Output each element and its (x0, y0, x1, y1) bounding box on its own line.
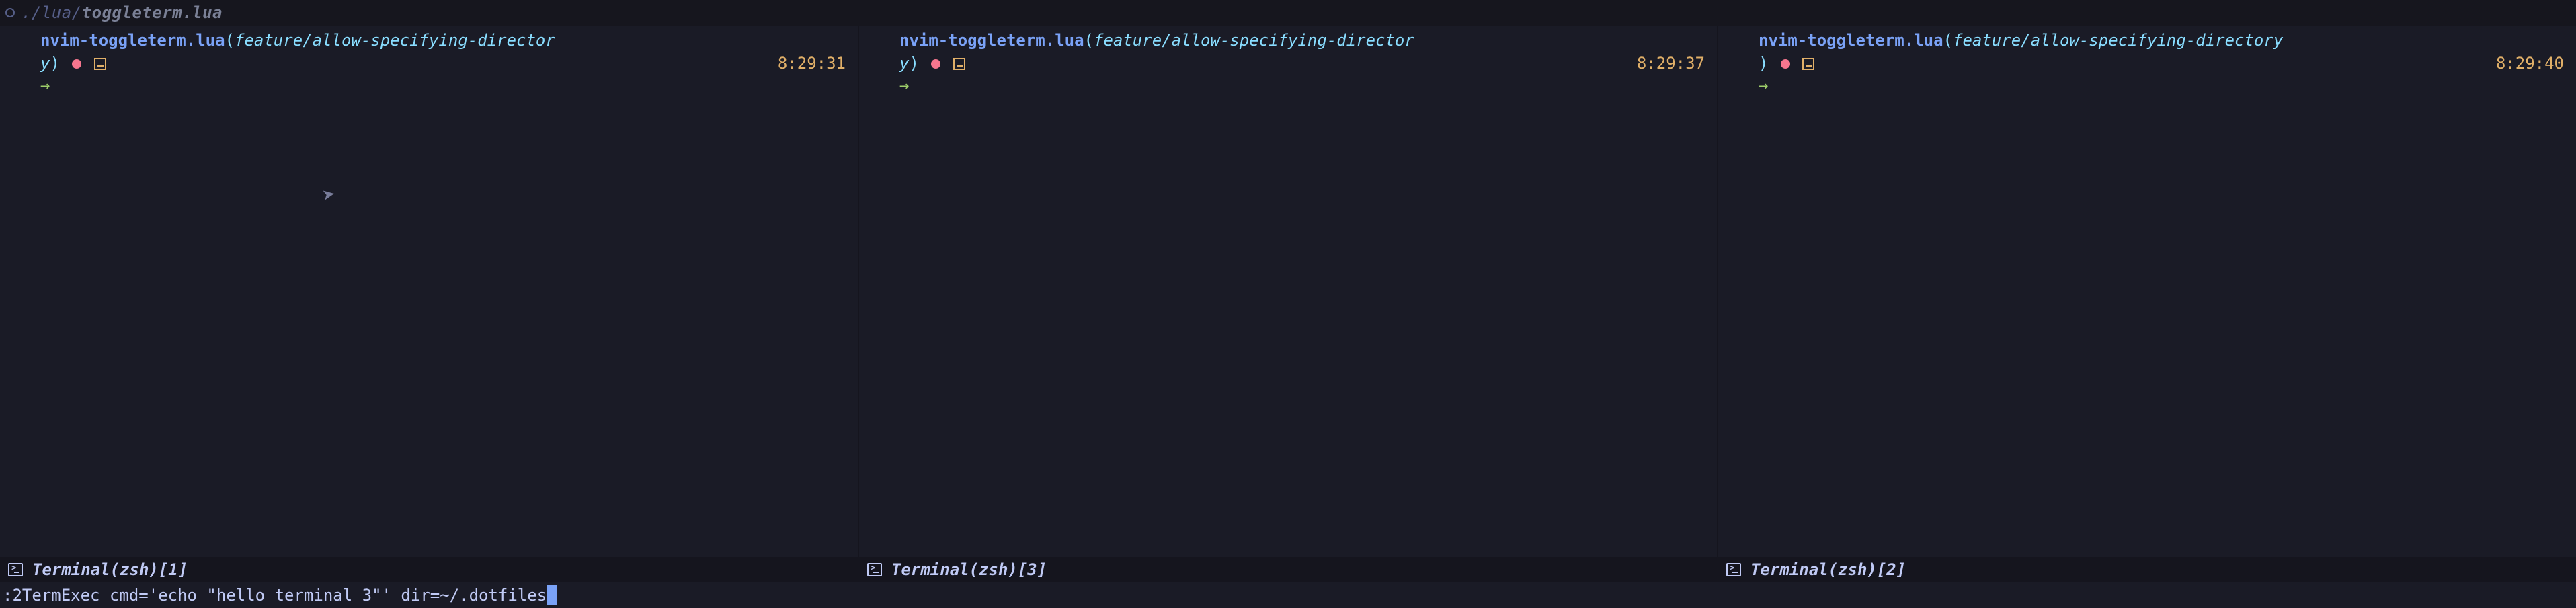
prompt-line-1: nvim-toggleterm.lua(feature/allow-specif… (40, 30, 846, 52)
status-icon (94, 58, 106, 70)
tabline: ./lua/toggleterm.lua (0, 0, 2576, 26)
status-icon (1802, 58, 1814, 70)
terminal-icon (867, 563, 882, 576)
cwd: nvim-toggleterm.lua (899, 31, 1084, 50)
terminal-pane-2[interactable]: nvim-toggleterm.lua(feature/allow-specif… (859, 26, 1718, 582)
terminal-body[interactable]: nvim-toggleterm.lua(feature/allow-specif… (0, 26, 858, 557)
path-prefix: ./lua/ (22, 3, 82, 22)
winbar-title: Terminal(zsh)[1] (32, 560, 188, 579)
timestamp: 8:29:31 (778, 52, 846, 75)
prompt-line-2: ) 8:29:40 (1759, 52, 2564, 75)
terminal-pane-3[interactable]: nvim-toggleterm.lua(feature/allow-specif… (1718, 26, 2576, 582)
timestamp: 8:29:37 (1637, 52, 1705, 75)
winbar: Terminal(zsh)[1] (0, 557, 858, 582)
timestamp: 8:29:40 (2496, 52, 2564, 75)
tab-indicator-icon (5, 8, 15, 17)
terminal-pane-1[interactable]: nvim-toggleterm.lua(feature/allow-specif… (0, 26, 859, 582)
path-file: toggleterm.lua (82, 3, 223, 22)
cwd: nvim-toggleterm.lua (1759, 31, 1943, 50)
winbar-title: Terminal(zsh)[2] (1750, 560, 1906, 579)
git-branch-wrap: y (40, 54, 50, 73)
cwd: nvim-toggleterm.lua (40, 31, 225, 50)
prompt-line-2: y) 8:29:37 (899, 52, 1705, 75)
winbar: Terminal(zsh)[2] (1718, 557, 2576, 582)
git-dirty-icon (72, 59, 81, 69)
command-text: :2TermExec cmd='echo "hello terminal 3"'… (3, 586, 547, 605)
winbar: Terminal(zsh)[3] (859, 557, 1717, 582)
winbar-title: Terminal(zsh)[3] (891, 560, 1047, 579)
git-branch: feature/allow-specifying-directory (1953, 31, 2283, 50)
prompt-arrow: → (1759, 75, 2564, 98)
terminal-body[interactable]: nvim-toggleterm.lua(feature/allow-specif… (1718, 26, 2576, 557)
mouse-cursor-icon: ➤ (320, 180, 338, 211)
prompt-line-2: y) 8:29:31 (40, 52, 846, 75)
terminal-icon (8, 563, 23, 576)
prompt-arrow: → (40, 75, 846, 98)
cursor-icon (547, 585, 557, 605)
terminal-panes: nvim-toggleterm.lua(feature/allow-specif… (0, 26, 2576, 582)
prompt-arrow: → (899, 75, 1705, 98)
git-branch: feature/allow-specifying-director (1094, 31, 1414, 50)
status-icon (953, 58, 965, 70)
tabline-path: ./lua/toggleterm.lua (22, 3, 223, 22)
prompt-line-1: nvim-toggleterm.lua(feature/allow-specif… (899, 30, 1705, 52)
git-dirty-icon (1781, 59, 1790, 69)
prompt-line-1: nvim-toggleterm.lua(feature/allow-specif… (1759, 30, 2564, 52)
git-branch: feature/allow-specifying-director (235, 31, 555, 50)
terminal-body[interactable]: nvim-toggleterm.lua(feature/allow-specif… (859, 26, 1717, 557)
command-line[interactable]: :2TermExec cmd='echo "hello terminal 3"'… (0, 582, 2576, 608)
terminal-icon (1726, 563, 1741, 576)
git-branch-wrap: y (899, 54, 909, 73)
git-dirty-icon (931, 59, 940, 69)
